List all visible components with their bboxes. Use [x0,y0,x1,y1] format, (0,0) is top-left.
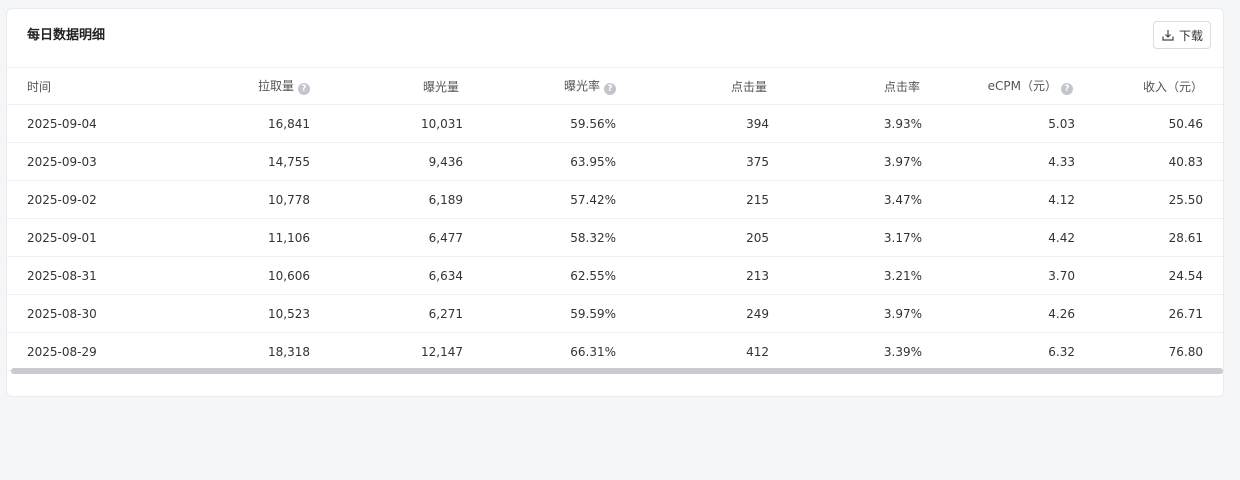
cell-ecpm: 5.03 [922,104,1075,143]
cell-ecpm: 4.33 [922,142,1075,181]
cell-ecpm: 4.42 [922,218,1075,257]
cell-impression-rate: 57.42% [463,180,616,219]
cell-impression-rate: 59.56% [463,104,616,143]
cell-date: 2025-09-03 [7,142,157,181]
column-header-label: 曝光量 [422,79,459,94]
cell-ecpm: 3.70 [922,256,1075,295]
cell-date: 2025-09-04 [7,104,157,143]
cell-requests: 16,841 [157,104,310,143]
help-circle-icon[interactable]: ? [604,83,616,95]
cell-clicks: 213 [616,256,769,295]
cell-ecpm: 4.12 [922,180,1075,219]
download-icon [1161,28,1175,42]
cell-impressions: 6,634 [310,256,463,295]
cell-ctr: 3.97% [769,142,922,181]
cell-impressions: 9,436 [310,142,463,181]
cell-revenue: 50.46 [1075,104,1223,143]
cell-ctr: 3.97% [769,294,922,333]
cell-requests: 11,106 [157,218,310,257]
column-header-label: eCPM（元） [987,79,1057,93]
column-header-label: 拉取量 [257,79,294,93]
table-row: 2025-08-31 10,606 6,634 62.55% 213 3.21%… [7,256,1223,295]
column-header-label: 点击率 [883,79,920,94]
column-header-label: 时间 [27,79,52,94]
column-header-requests[interactable]: 拉取量? [157,67,310,105]
cell-impressions: 6,271 [310,294,463,333]
column-header-impression-rate[interactable]: 曝光率? [463,67,616,105]
table-row: 2025-08-30 10,523 6,271 59.59% 249 3.97%… [7,294,1223,333]
cell-ctr: 3.47% [769,180,922,219]
cell-clicks: 249 [616,294,769,333]
table-row: 2025-09-01 11,106 6,477 58.32% 205 3.17%… [7,218,1223,257]
cell-revenue: 76.80 [1075,332,1223,371]
cell-requests: 10,523 [157,294,310,333]
cell-ctr: 3.93% [769,104,922,143]
cell-date: 2025-08-30 [7,294,157,333]
horizontal-scrollbar[interactable] [11,368,1223,374]
cell-revenue: 24.54 [1075,256,1223,295]
cell-ecpm: 6.32 [922,332,1075,371]
scrollbar-thumb[interactable] [11,368,1223,374]
daily-data-table: 时间 拉取量? 曝光量 曝光率? 点击量 点击率 eCPM（元） ? 收入（元）… [7,67,1223,371]
cell-requests: 10,778 [157,180,310,219]
cell-impressions: 6,477 [310,218,463,257]
cell-revenue: 28.61 [1075,218,1223,257]
cell-clicks: 205 [616,218,769,257]
cell-revenue: 40.83 [1075,142,1223,181]
column-header-ctr[interactable]: 点击率 [769,67,922,105]
cell-clicks: 394 [616,104,769,143]
cell-ctr: 3.39% [769,332,922,371]
cell-ecpm: 4.26 [922,294,1075,333]
card-title: 每日数据明细 [27,28,106,43]
table-row: 2025-09-03 14,755 9,436 63.95% 375 3.97%… [7,142,1223,181]
cell-requests: 14,755 [157,142,310,181]
table-row: 2025-09-02 10,778 6,189 57.42% 215 3.47%… [7,180,1223,219]
cell-requests: 10,606 [157,256,310,295]
table-header-row: 时间 拉取量? 曝光量 曝光率? 点击量 点击率 eCPM（元） ? 收入（元） [7,67,1223,105]
help-circle-icon[interactable]: ? [1061,83,1073,95]
column-header-ecpm[interactable]: eCPM（元）? [922,67,1075,105]
cell-impression-rate: 63.95% [463,142,616,181]
cell-impression-rate: 58.32% [463,218,616,257]
download-label: 下载 [1178,28,1203,43]
cell-clicks: 375 [616,142,769,181]
column-header-label: 点击量 [730,79,767,94]
cell-date: 2025-08-31 [7,256,157,295]
cell-date: 2025-08-29 [7,332,157,371]
column-header-clicks[interactable]: 点击量 [616,67,769,105]
card-header: 每日数据明细 下载 [7,9,1223,67]
cell-impressions: 10,031 [310,104,463,143]
cell-impression-rate: 59.59% [463,294,616,333]
cell-clicks: 412 [616,332,769,371]
cell-impression-rate: 66.31% [463,332,616,371]
column-header-revenue[interactable]: 收入（元） [1075,67,1223,105]
cell-clicks: 215 [616,180,769,219]
table-row: 2025-09-04 16,841 10,031 59.56% 394 3.93… [7,104,1223,143]
cell-date: 2025-09-01 [7,218,157,257]
column-header-impressions[interactable]: 曝光量 [310,67,463,105]
cell-impression-rate: 62.55% [463,256,616,295]
cell-ctr: 3.17% [769,218,922,257]
column-header-label: 收入（元） [1142,79,1203,94]
cell-revenue: 25.50 [1075,180,1223,219]
cell-revenue: 26.71 [1075,294,1223,333]
cell-impressions: 12,147 [310,332,463,371]
cell-ctr: 3.21% [769,256,922,295]
daily-data-card: 每日数据明细 下载 时间 拉取量 ? 曝光量 曝光率 ? 点击量 点击率 eCP… [6,8,1224,397]
cell-date: 2025-09-02 [7,180,157,219]
column-header-label: 曝光率 [563,79,600,93]
cell-impressions: 6,189 [310,180,463,219]
help-circle-icon[interactable]: ? [298,83,310,95]
column-header-date[interactable]: 时间 [7,67,157,105]
download-button[interactable]: 下载 [1153,21,1211,49]
table-row: 2025-08-29 18,318 12,147 66.31% 412 3.39… [7,332,1223,371]
cell-requests: 18,318 [157,332,310,371]
